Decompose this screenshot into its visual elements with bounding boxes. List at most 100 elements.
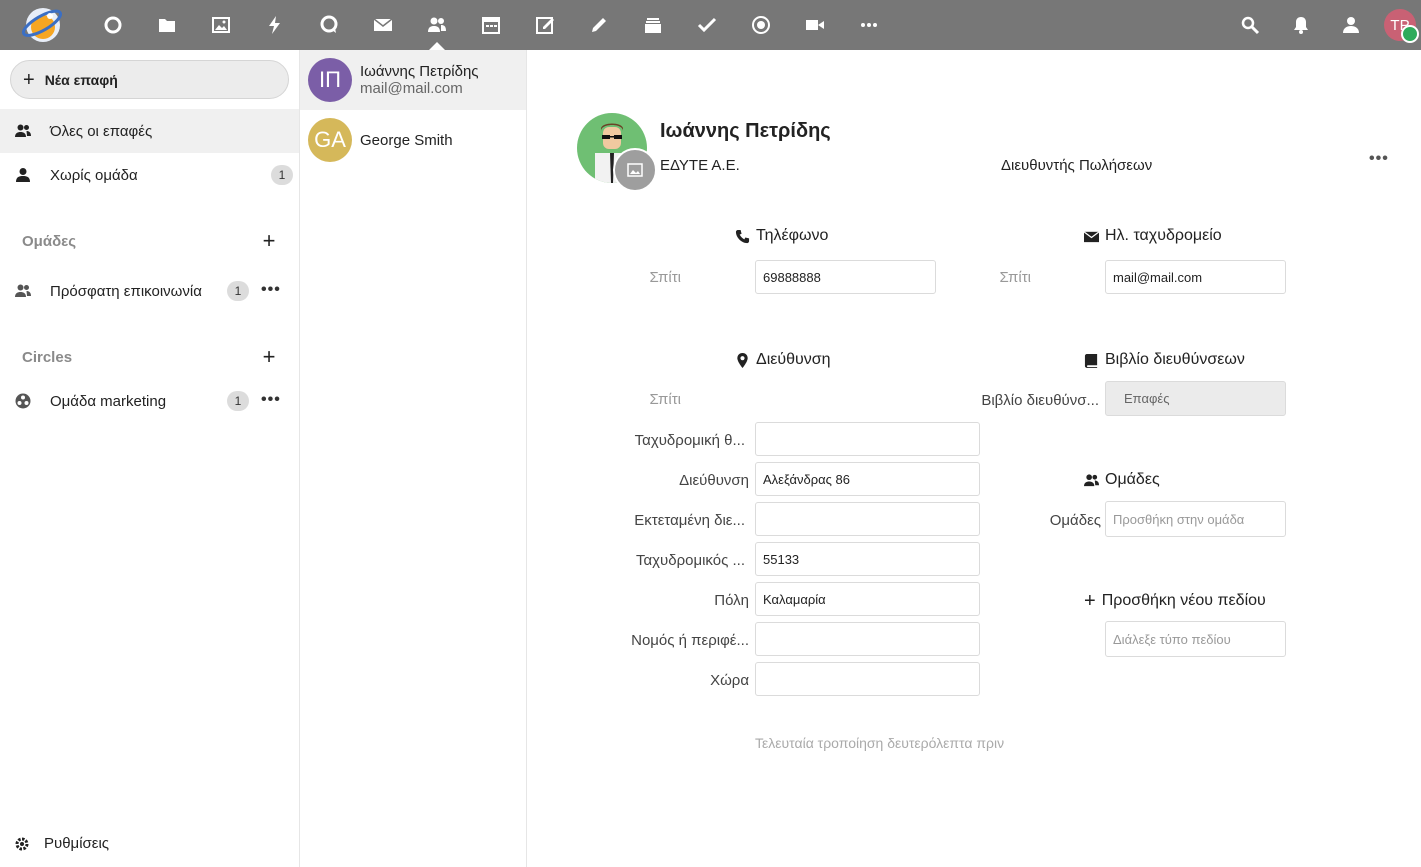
active-app-indicator [429,42,445,50]
contact-title[interactable]: Διευθυντής Πωλήσεων [1001,157,1152,174]
address-section-heading: Διεύθυνση [735,351,831,369]
notifications-bell-icon[interactable] [1289,13,1313,37]
dashboard-icon[interactable] [101,13,125,37]
mail-icon[interactable] [371,13,395,37]
contact-avatar: ΙΠ [308,58,352,102]
phone-heading-label: Τηλέφωνο [756,227,829,244]
groups-label: Ομάδες [1049,512,1101,529]
circles-caption: Circles [22,349,73,366]
address-extended-label: Εκτεταμένη διε... [634,512,745,529]
new-field-heading-label: Προσθήκη νέου πεδίου [1101,592,1266,609]
address-city-field[interactable]: Καλαμαρία [755,582,980,616]
video-icon[interactable] [803,13,827,37]
address-postal-code-label: Ταχυδρομικός ... [635,552,745,569]
settings-label: Ρυθμίσεις [44,835,110,852]
plus-icon: + [23,68,35,91]
addressbook-section-heading: Βιβλίο διευθύνσεων [1084,351,1245,369]
calendar-icon[interactable] [479,13,503,37]
talk-icon[interactable] [317,13,341,37]
nav-item-circle-marketing[interactable]: Ομάδα marketing [0,379,299,423]
addressbook-heading-label: Βιβλίο διευθύνσεων [1105,351,1245,368]
phone-icon [735,229,750,243]
user-icon [14,166,32,184]
address-pobox-label: Ταχυδρομική θ... [634,432,745,449]
address-pobox-field[interactable] [755,422,980,456]
groups-heading-label: Ομάδες [1105,471,1160,488]
more-icon[interactable] [857,13,881,37]
nav-item-label: Πρόσφατη επικοινωνία [50,282,202,300]
contact-name: George Smith [360,131,453,149]
contact-organization[interactable]: ΕΔΥΤΕ Α.Ε. [660,157,740,174]
address-extended-field[interactable] [755,502,980,536]
email-heading-label: Ηλ. ταχυδρομείο [1105,227,1222,244]
nextcloud-logo-icon[interactable] [20,3,66,47]
activity-icon[interactable] [263,13,287,37]
address-country-field[interactable] [755,662,980,696]
email-field[interactable]: mail@mail.com [1105,260,1286,294]
nav-item-group-recent[interactable]: Πρόσφατη επικοινωνία [0,269,299,313]
circles-icon[interactable] [749,13,773,37]
circle-marketing-counter: 1 [227,391,249,411]
text-icon[interactable] [587,13,611,37]
group-recent-counter: 1 [227,281,249,301]
group-recent-menu-button[interactable]: ••• [261,281,281,299]
contact-details: Ιωάννης Πετρίδης ΕΔΥΤΕ Α.Ε. Διευθυντής Π… [527,50,1421,867]
contacts-icon[interactable] [425,13,449,37]
plus-icon: + [1084,590,1096,612]
contacts-menu-icon[interactable] [1339,13,1363,37]
email-type-label[interactable]: Σπίτι [957,269,1032,286]
location-pin-icon [737,352,748,368]
phone-field[interactable]: 69888888 [755,260,936,294]
search-icon[interactable] [1238,13,1262,37]
circle-marketing-menu-button[interactable]: ••• [261,391,281,409]
add-circle-button[interactable]: + [259,346,279,368]
tasks-icon[interactable] [695,13,719,37]
nav-item-no-group[interactable]: Χωρίς ομάδα [0,153,299,197]
contact-avatar: GA [308,118,352,162]
new-field-type-select[interactable]: Διάλεξε τύπο πεδίου [1105,621,1286,657]
contact-email: mail@mail.com [360,80,463,97]
add-group-button[interactable]: + [259,230,279,252]
top-header: TP [0,0,1421,50]
address-region-field[interactable] [755,622,980,656]
new-contact-button[interactable]: + Νέα επαφή [10,60,289,99]
address-street-label: Διεύθυνση [679,472,749,489]
app-navigation: + Νέα επαφή Όλες οι επαφές Χωρίς ομάδα 1… [0,50,300,867]
contact-actions-menu-button[interactable]: ••• [1369,150,1389,168]
phone-section-heading: Τηλέφωνο [735,227,828,245]
nav-item-all-contacts[interactable]: Όλες οι επαφές [0,109,299,153]
address-region-label: Νομός ή περιφέ... [631,632,749,649]
deck-icon[interactable] [641,13,665,37]
address-type-label[interactable]: Σπίτι [607,391,682,408]
no-group-counter: 1 [271,165,293,185]
email-section-heading: Ηλ. ταχυδρομείο [1084,227,1222,245]
nav-item-label: Ομάδα marketing [50,392,167,410]
notes-icon[interactable] [533,13,557,37]
groups-input[interactable]: Προσθήκη στην ομάδα [1105,501,1286,537]
gear-icon [15,837,29,850]
settings-button[interactable]: Ρυθμίσεις [14,835,109,852]
address-street-field[interactable]: Αλεξάνδρας 86 [755,462,980,496]
contact-list-item[interactable]: GA George Smith [300,110,526,170]
photos-icon[interactable] [209,13,233,37]
phone-type-label[interactable]: Σπίτι [607,269,682,286]
address-postal-code-field[interactable]: 55133 [755,542,980,576]
group-icon [14,122,32,140]
contact-name: Ιωάννης Πετρίδης [360,63,479,80]
group-icon [1084,473,1099,486]
change-photo-button[interactable] [613,148,657,192]
addressbook-select[interactable]: Επαφές [1105,381,1286,416]
last-modified-text: Τελευταία τροποίηση δευτερόλεπτα πριν [755,735,1005,751]
contact-full-name[interactable]: Ιωάννης Πετρίδης [660,120,831,143]
new-field-section-heading: + Προσθήκη νέου πεδίου [1084,591,1266,611]
nav-item-label: Χωρίς ομάδα [50,166,138,184]
address-heading-label: Διεύθυνση [756,351,831,368]
user-status-indicator [1401,25,1419,43]
mail-icon [1084,230,1099,242]
files-icon[interactable] [155,13,179,37]
contact-list-item[interactable]: ΙΠ Ιωάννης Πετρίδης mail@mail.com [300,50,526,110]
image-icon [627,163,643,177]
addressbook-label: Βιβλίο διευθύνσ... [981,392,1099,409]
nav-item-label: Όλες οι επαφές [50,122,153,140]
groups-caption: Ομάδες [22,233,77,250]
